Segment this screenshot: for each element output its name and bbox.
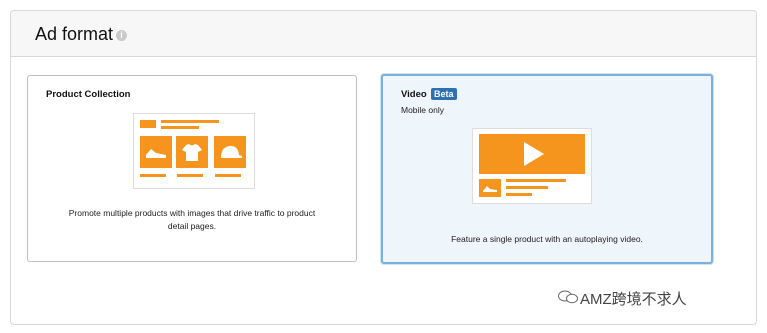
product-collection-illustration	[133, 113, 255, 189]
product-thumb-shoe	[479, 179, 501, 197]
rating-stars	[140, 174, 166, 177]
wechat-icon	[558, 290, 578, 304]
video-frame	[479, 134, 585, 174]
panel-header: Ad format i	[11, 11, 756, 57]
video-illustration	[472, 128, 592, 204]
section-title: Ad format	[35, 24, 114, 44]
headline-bar	[161, 120, 219, 123]
cap-icon	[221, 146, 242, 158]
watermark-text: AMZ跨境不求人	[580, 291, 687, 308]
shirt-icon	[182, 144, 202, 161]
product-tile-shoe	[140, 136, 172, 168]
product-tile-shirt	[176, 136, 208, 168]
card-title-video: Video	[401, 89, 427, 100]
rating-stars	[215, 174, 241, 177]
logo-block	[140, 120, 156, 128]
title-bar	[506, 179, 566, 182]
play-icon	[524, 142, 544, 166]
rating-stars	[177, 174, 203, 177]
info-icon[interactable]: i	[116, 30, 127, 41]
shoe-icon	[146, 149, 166, 158]
product-collection-card[interactable]: Product Collection Promote multiple prod…	[27, 75, 357, 262]
card-description-video: Feature a single product with an autopla…	[451, 234, 643, 244]
beta-badge: Beta	[431, 88, 457, 100]
subtitle-bar	[506, 186, 548, 189]
product-tile-cap	[214, 136, 246, 168]
card-subtitle-video: Mobile only	[401, 105, 444, 115]
card-title-product-collection: Product Collection	[46, 89, 131, 100]
shoe-icon	[483, 186, 497, 192]
subheadline-bar	[161, 126, 199, 129]
rating-stars	[506, 193, 532, 196]
card-description-product-collection: Promote multiple products with images th…	[68, 208, 316, 231]
video-card[interactable]: Video Beta Mobile only Feature a single …	[381, 74, 713, 264]
